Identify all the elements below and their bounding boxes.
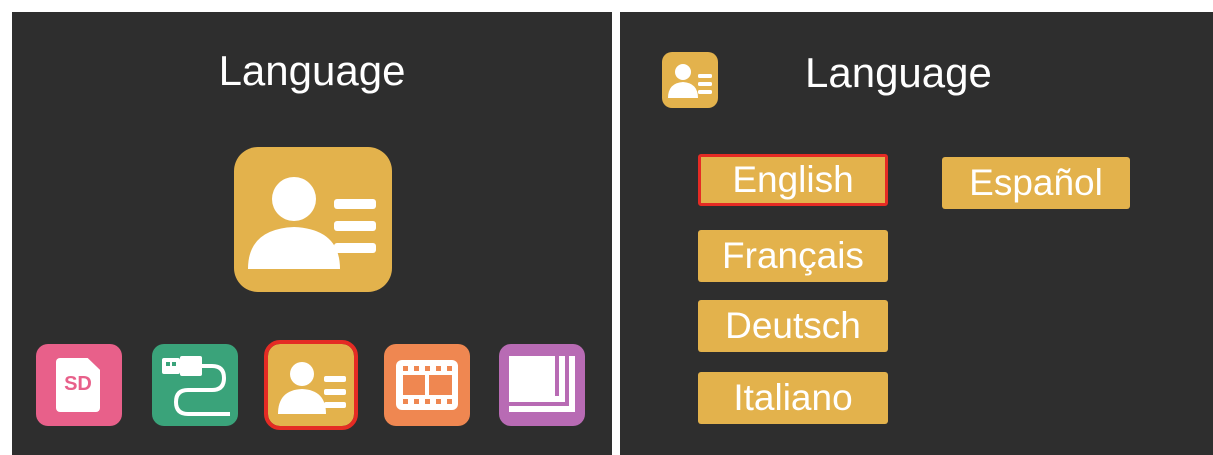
video-mode-button[interactable] <box>384 344 470 426</box>
language-option-espanol[interactable]: Español <box>942 157 1130 209</box>
language-option-italiano[interactable]: Italiano <box>698 372 888 424</box>
sd-card-label: SD <box>64 373 92 395</box>
language-select-screen: Language English Español Français Deutsc… <box>620 12 1213 455</box>
language-preview-icon <box>234 147 392 292</box>
language-contact-card-icon <box>278 362 346 414</box>
sd-card-mode-button[interactable]: SD <box>36 344 122 426</box>
screen-title: Language <box>805 49 992 96</box>
language-contact-card-icon <box>668 64 712 98</box>
slideshow-frames-icon <box>509 356 575 412</box>
language-option-deutsch[interactable]: Deutsch <box>698 300 888 352</box>
film-strip-icon <box>396 360 458 410</box>
language-option-francais[interactable]: Français <box>698 230 888 282</box>
language-option-english[interactable]: English <box>698 154 888 206</box>
language-header-icon <box>662 52 718 108</box>
usb-mode-button[interactable] <box>152 344 238 426</box>
screen-title: Language <box>218 47 406 94</box>
language-mode-screen: Language SD <box>12 12 612 455</box>
usb-cable-icon <box>162 356 230 416</box>
language-mode-button[interactable] <box>264 340 358 430</box>
slideshow-mode-button[interactable] <box>499 344 585 426</box>
